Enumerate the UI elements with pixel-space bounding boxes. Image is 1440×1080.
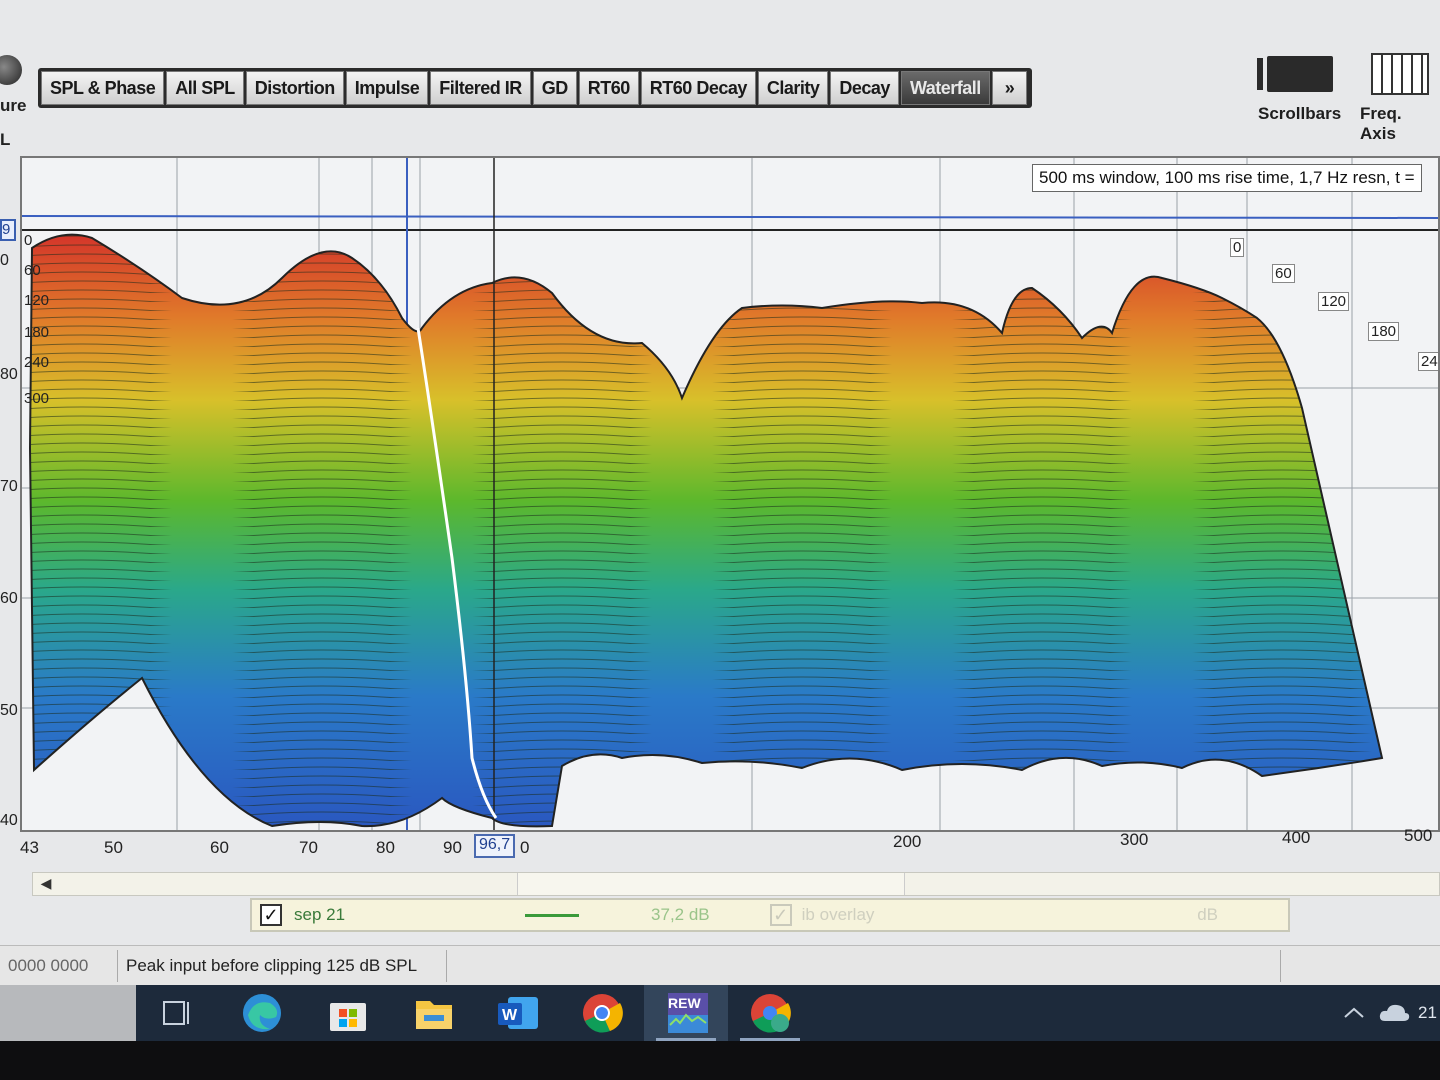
tab-waterfall[interactable]: Waterfall [900, 71, 990, 105]
x-label-400: 400 [1282, 828, 1311, 847]
tab-decay[interactable]: Decay [830, 71, 899, 105]
measurement-visible-checkbox[interactable]: ✓ [260, 904, 282, 926]
scrollbars-icon [1256, 56, 1333, 92]
time-label-left-60: 60 [24, 262, 41, 279]
freq-axis-button[interactable]: Freq. Axis [1360, 50, 1440, 144]
chrome-icon[interactable] [580, 993, 624, 1033]
tab-all-spl[interactable]: All SPL [166, 71, 244, 105]
x-label-50: 50 [104, 838, 123, 857]
more-tabs-button[interactable]: » [991, 71, 1028, 105]
time-label-right-120: 120 [1318, 292, 1350, 311]
y-label-40: 40 [0, 812, 18, 829]
tab-clarity[interactable]: Clarity [757, 71, 829, 105]
y-label-90: 0 [0, 252, 9, 269]
screen-edge [0, 985, 136, 1041]
monitor-bezel [0, 1041, 1440, 1080]
status-message: Peak input before clipping 125 dB SPL [126, 956, 418, 975]
capture-icon[interactable] [0, 55, 22, 85]
x-label-43: 43 [20, 838, 39, 857]
overlay-checkbox[interactable]: ✓ [769, 904, 792, 926]
y-label-70: 70 [0, 478, 18, 495]
x-label-cursor-suffix: 0 [520, 838, 530, 857]
windows-taskbar: W REW 21 [136, 985, 1440, 1041]
measurement-legend: ✓ sep 21 37,2 dB ✓ ib overlay dB [250, 898, 1290, 932]
tab-rt60-decay[interactable]: RT60 Decay [640, 71, 756, 105]
svg-text:W: W [502, 1007, 518, 1024]
x-cursor-value: 96,7 [474, 834, 516, 858]
tab-distortion[interactable]: Distortion [245, 71, 344, 105]
status-left: 0000 0000 [8, 956, 89, 975]
store-icon[interactable] [326, 993, 370, 1033]
x-label-90: 90 [443, 838, 462, 857]
y-label-80: 80 [0, 366, 18, 383]
graph-info-box: 500 ms window, 100 ms rise time, 1,7 Hz … [1032, 164, 1422, 192]
x-label-60: 60 [210, 838, 229, 857]
time-label-left-180: 180 [24, 324, 50, 341]
status-bar: 0000 0000 Peak input before clipping 125… [0, 945, 1440, 985]
scroll-thumb[interactable] [517, 873, 905, 895]
task-view-icon[interactable] [154, 993, 198, 1033]
x-label-300: 300 [1120, 830, 1149, 849]
word-icon[interactable]: W [496, 993, 540, 1033]
tab-rt60[interactable]: RT60 [578, 71, 639, 105]
time-label-right-240: 24 [1418, 352, 1438, 371]
tab-filtered-ir[interactable]: Filtered IR [430, 71, 531, 105]
series-color-swatch [525, 913, 580, 917]
tray-chevron-icon[interactable] [1332, 993, 1376, 1033]
scrollbars-label: Scrollbars [1258, 104, 1342, 123]
waterfall-graph[interactable]: 0 60 120 180 240 300 0 60 120 180 24 [20, 156, 1440, 832]
y-cursor-value: 9 [0, 219, 16, 241]
time-label-right-60: 60 [1272, 264, 1295, 283]
time-label-left-120: 120 [24, 292, 50, 309]
x-label-500: 500 [1404, 826, 1433, 845]
x-label-70: 70 [299, 838, 318, 857]
scroll-left-arrow-icon[interactable]: ◀ [35, 875, 57, 893]
freq-axis-icon [1371, 53, 1429, 95]
measurement-value: 37,2 dB [651, 905, 710, 924]
scrollbars-button[interactable]: Scrollbars [1256, 50, 1342, 124]
waterfall-plot [22, 158, 1438, 830]
x-label-200: 200 [893, 832, 922, 851]
y-label-60: 60 [0, 590, 18, 607]
level-label: L [0, 130, 11, 149]
overlay-label: ib overlay [801, 905, 875, 924]
weather-cloud-icon[interactable] [1372, 993, 1416, 1033]
waterfall-ridges [30, 234, 1382, 827]
graph-scrollbar[interactable]: ◀ [32, 872, 1440, 896]
rew-app-icon[interactable]: REW [664, 993, 712, 1033]
capture-label: ure [0, 96, 27, 115]
overlay-unit: dB [1197, 905, 1218, 924]
x-label-80: 80 [376, 838, 395, 857]
y-label-50: 50 [0, 702, 18, 719]
time-label-right-0: 0 [1230, 238, 1245, 257]
clock: 21 [1418, 1003, 1437, 1022]
edge-icon[interactable] [240, 993, 284, 1033]
time-label-left-0: 0 [24, 232, 33, 249]
file-explorer-icon[interactable] [412, 993, 456, 1033]
rew-label: REW [668, 995, 701, 1011]
measurement-name: sep 21 [294, 905, 346, 924]
tab-gd[interactable]: GD [532, 71, 577, 105]
chrome-profile-icon[interactable] [748, 993, 792, 1033]
time-label-left-240: 240 [24, 354, 50, 371]
tab-spl-phase[interactable]: SPL & Phase [41, 71, 165, 105]
graph-tabbar: SPL & Phase All SPL Distortion Impulse F… [38, 68, 1033, 108]
time-label-right-180: 180 [1368, 322, 1400, 341]
freq-axis-label: Freq. Axis [1360, 104, 1402, 143]
rew-window: ure L SPL & Phase All SPL Distortion Imp… [0, 0, 1440, 985]
tab-impulse[interactable]: Impulse [345, 71, 429, 105]
time-label-left-300: 300 [24, 390, 50, 407]
